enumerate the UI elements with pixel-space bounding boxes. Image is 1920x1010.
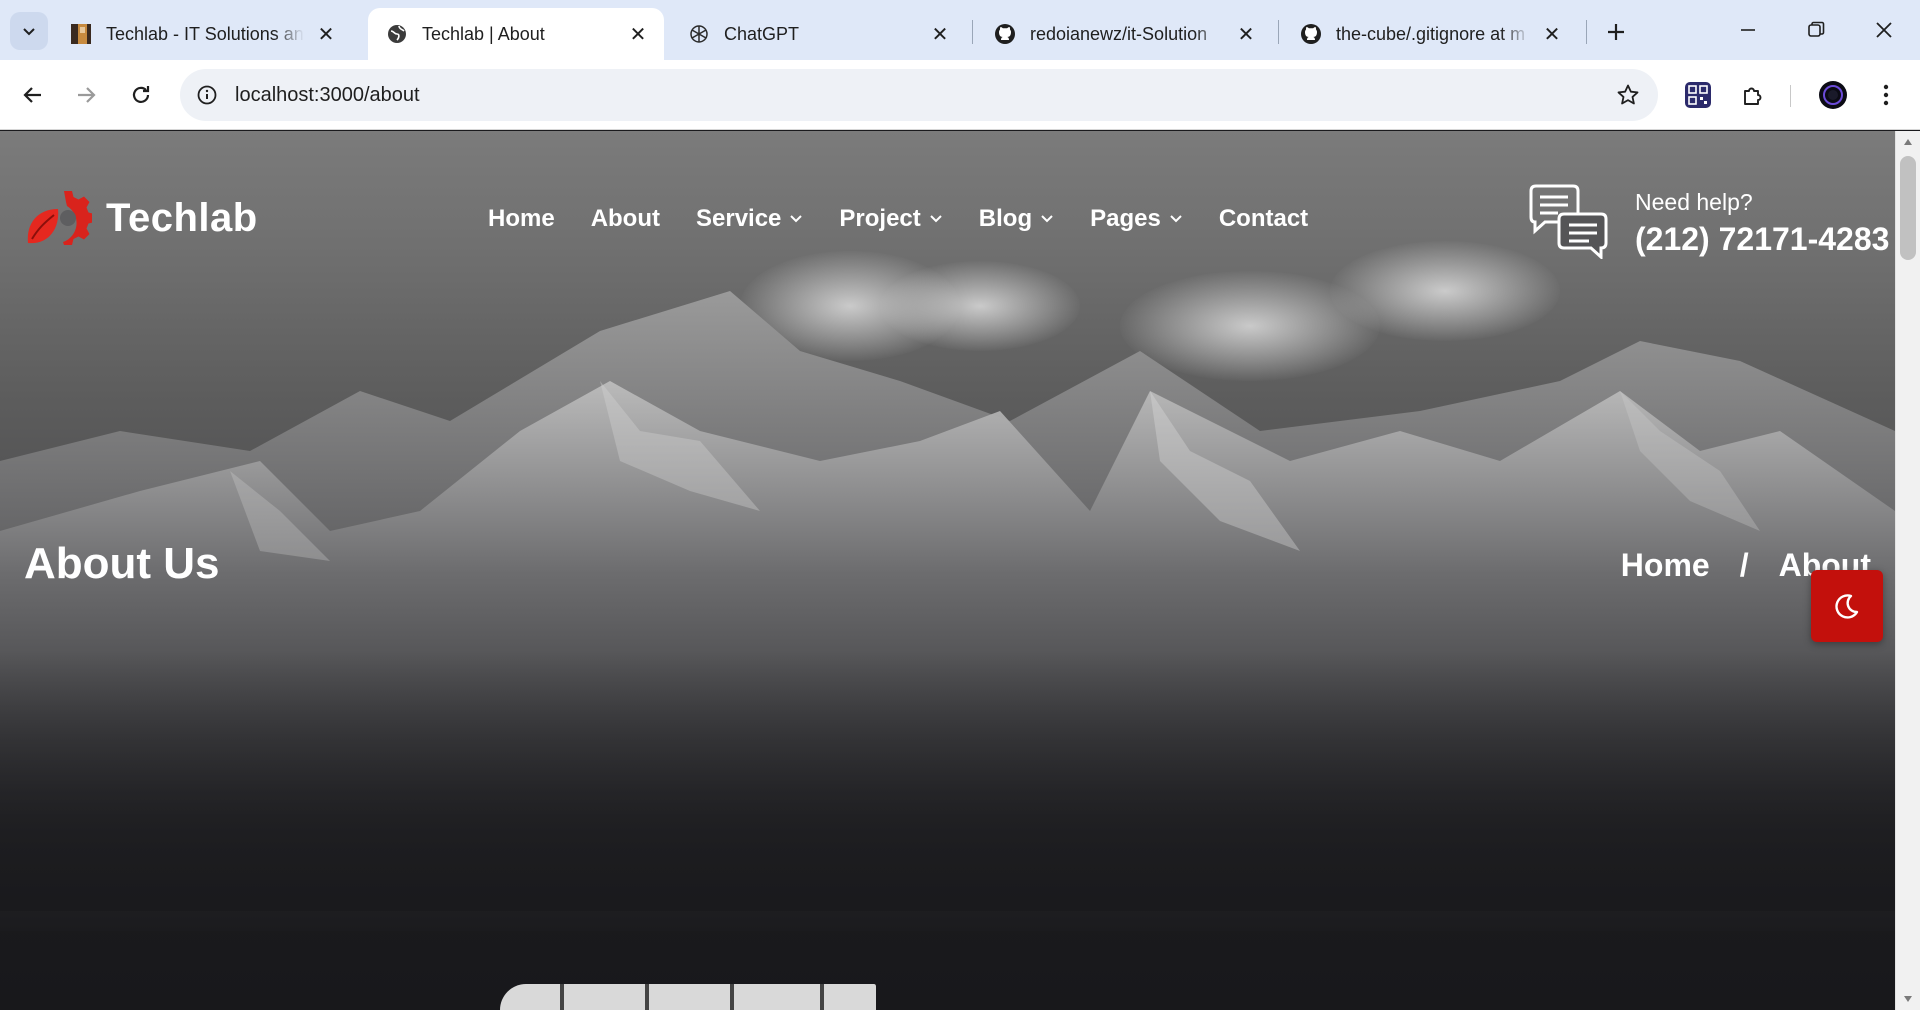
browser-tab[interactable]: Techlab - IT Solutions and ✕ (52, 8, 352, 60)
close-icon[interactable]: ✕ (626, 22, 650, 46)
close-icon[interactable]: ✕ (314, 22, 338, 46)
nav-label: Project (839, 205, 921, 232)
chevron-down-icon (1041, 215, 1053, 223)
chevron-down-icon (930, 215, 942, 223)
site-info-icon[interactable] (192, 80, 222, 110)
tab-title: redoianewz/it-Solution (1030, 23, 1208, 44)
nav-label: Service (696, 205, 782, 232)
tab-title: ChatGPT (724, 23, 800, 44)
tab-title: Techlab - IT Solutions and (106, 23, 304, 44)
section-image-peek (500, 984, 876, 1010)
scroll-up-arrow-icon[interactable] (1896, 133, 1920, 151)
theme-toggle-button[interactable] (1811, 570, 1883, 642)
bookmark-star-icon[interactable] (1612, 79, 1644, 111)
tab-title: the-cube/.gitignore at m (1336, 23, 1526, 44)
chatgpt-icon (688, 23, 710, 45)
browser-tabstrip: Techlab - IT Solutions and ✕ Techlab | A… (0, 0, 1920, 60)
tab-divider (972, 20, 973, 44)
browser-tab[interactable]: ChatGPT ✕ (670, 8, 966, 60)
url-text: localhost:3000/about (235, 84, 420, 106)
chevron-down-icon (790, 215, 803, 223)
minimize-icon (1741, 29, 1755, 31)
restore-button[interactable] (1786, 8, 1846, 52)
tab-search-button[interactable] (10, 12, 48, 50)
nav-label: Pages (1090, 205, 1161, 232)
qr-extension-icon[interactable] (1678, 75, 1718, 115)
tab-divider (1278, 20, 1279, 44)
new-tab-button[interactable] (1598, 14, 1634, 50)
arrow-right-icon (78, 87, 96, 103)
forward-button[interactable] (66, 75, 106, 115)
close-icon[interactable]: ✕ (1540, 22, 1564, 46)
tab-divider (1586, 20, 1587, 44)
browser-toolbar: localhost:3000/about (0, 60, 1920, 130)
chevron-down-icon (1170, 215, 1182, 223)
page-scrollbar[interactable] (1895, 131, 1920, 1010)
more-menu-icon[interactable] (1866, 75, 1906, 115)
nav-item-contact[interactable]: Contact (1219, 205, 1308, 233)
tab-title: Techlab | About (422, 23, 545, 44)
github-icon (994, 23, 1016, 45)
plus-icon (1608, 24, 1624, 40)
nav-item-home[interactable]: Home (488, 205, 555, 233)
minimize-button[interactable] (1718, 8, 1778, 52)
window-close-button[interactable] (1854, 8, 1914, 52)
main-navigation: Home About Service Project Blog Pages Co… (488, 199, 1344, 239)
browser-tab-active[interactable]: Techlab | About ✕ (368, 8, 664, 60)
scroll-down-arrow-icon[interactable] (1896, 990, 1920, 1008)
nav-label: About (590, 205, 660, 232)
chevron-down-icon (23, 28, 35, 36)
page-title: About Us (24, 539, 220, 588)
reload-button[interactable] (121, 75, 161, 115)
logo-text: Techlab (106, 195, 258, 240)
browser-tab[interactable]: the-cube/.gitignore at m ✕ (1282, 8, 1578, 60)
chat-bubbles-icon (1529, 184, 1608, 259)
close-icon (1876, 22, 1892, 38)
breadcrumb-home-link[interactable]: Home (1621, 547, 1710, 584)
nav-item-blog[interactable]: Blog (979, 205, 1054, 233)
nav-item-project[interactable]: Project (839, 205, 942, 233)
nav-item-pages[interactable]: Pages (1090, 205, 1183, 233)
close-icon[interactable]: ✕ (1234, 22, 1258, 46)
help-label: Need help? (1635, 189, 1753, 215)
github-icon (1300, 23, 1322, 45)
moon-icon (1835, 594, 1859, 619)
address-bar[interactable]: localhost:3000/about (180, 69, 1658, 121)
toolbar-divider (1790, 85, 1791, 107)
profile-avatar-icon[interactable] (1813, 75, 1853, 115)
nav-label: Home (488, 205, 555, 232)
scrollbar-thumb[interactable] (1900, 156, 1916, 260)
site-logo[interactable]: Techlab (24, 185, 258, 251)
page-viewport: Techlab Home About Service Project Blog (0, 131, 1895, 1010)
restore-icon (1808, 21, 1825, 37)
arrow-left-icon (23, 87, 41, 103)
close-icon[interactable]: ✕ (928, 22, 952, 46)
nav-item-about[interactable]: About (591, 205, 660, 233)
breadcrumb-separator: / (1739, 547, 1749, 583)
help-phone-link[interactable]: (212) 72171-4283 (1635, 221, 1889, 258)
extensions-puzzle-icon[interactable] (1733, 75, 1773, 115)
nav-item-service[interactable]: Service (696, 205, 803, 233)
nav-label: Contact (1218, 205, 1309, 232)
nav-label: Blog (978, 205, 1033, 232)
gear-leaf-logo-icon (27, 191, 92, 245)
browser-tab[interactable]: redoianewz/it-Solution ✕ (976, 8, 1272, 60)
site-header: Techlab Home About Service Project Blog (0, 131, 1895, 301)
site-thumbnail-icon (70, 23, 92, 45)
reload-icon (132, 86, 150, 103)
globe-icon (386, 23, 408, 45)
back-button[interactable] (13, 75, 53, 115)
